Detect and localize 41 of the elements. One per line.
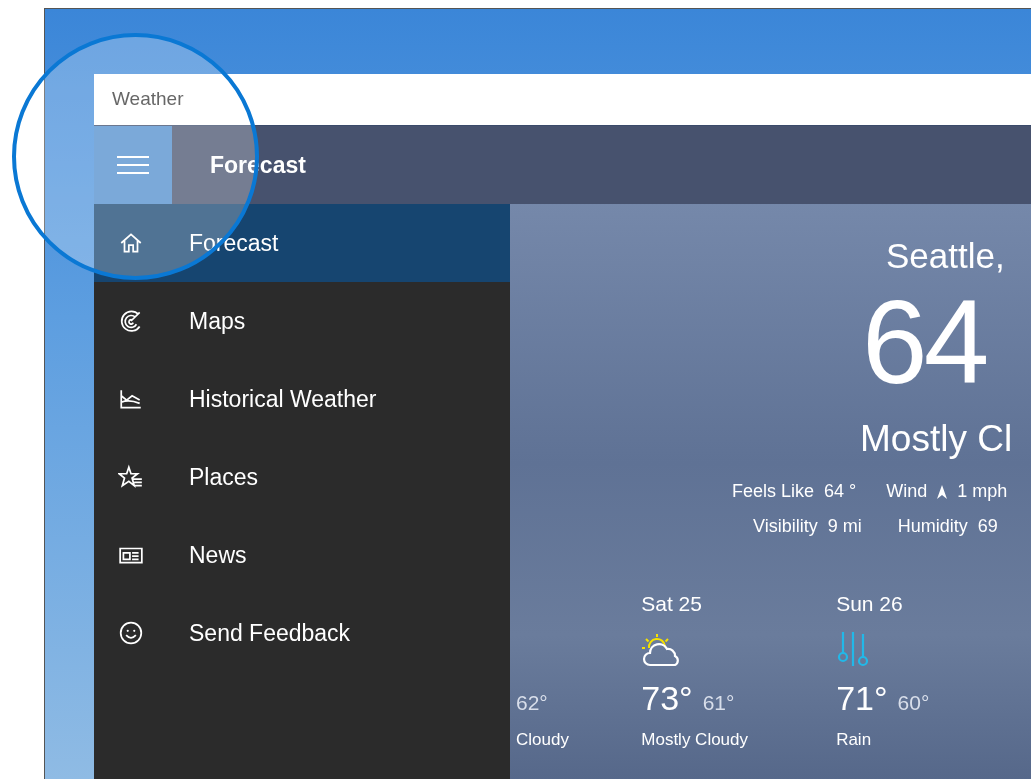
smiley-icon bbox=[118, 620, 144, 646]
detail-label: Feels Like bbox=[732, 480, 815, 503]
forecast-condition: Cloudy bbox=[516, 729, 570, 751]
menu-icon bbox=[116, 155, 150, 175]
detail-label: Humidity bbox=[897, 515, 968, 538]
menu-button[interactable] bbox=[94, 126, 172, 204]
sidebar-item[interactable]: Forecast bbox=[94, 204, 510, 282]
rain-icon bbox=[836, 630, 871, 668]
detail-label: Visibility bbox=[753, 515, 818, 538]
detail-label: Wind bbox=[886, 480, 928, 503]
sidebar-item-label: Maps bbox=[189, 306, 246, 336]
sidebar-item[interactable]: Historical Weather bbox=[94, 360, 510, 438]
forecast-low: 60° bbox=[897, 690, 930, 716]
sidebar-item-label: Forecast bbox=[189, 228, 279, 258]
sidebar-item[interactable]: Send Feedback bbox=[94, 594, 510, 672]
current-condition: Mostly Cl bbox=[860, 417, 1014, 461]
forecast-low: 61° bbox=[702, 690, 735, 716]
sidebar-item-label: Historical Weather bbox=[189, 384, 377, 414]
wind-direction-icon bbox=[937, 484, 948, 499]
sidebar-item[interactable]: News bbox=[94, 516, 510, 594]
detail-value: 9 mi bbox=[827, 515, 862, 538]
detail-value: 69 bbox=[977, 515, 998, 538]
forecast-low: 62° bbox=[516, 690, 548, 716]
page-title: Forecast bbox=[210, 150, 306, 180]
forecast-condition: Mostly Cloudy bbox=[641, 729, 750, 751]
star-list-icon bbox=[118, 464, 144, 490]
window-title: Weather bbox=[112, 87, 184, 112]
location-name: Seattle, bbox=[886, 235, 1006, 277]
forecast-day: Sun 26 bbox=[836, 590, 1031, 618]
detail-value: 1 mph bbox=[957, 480, 1008, 503]
sidebar-item[interactable]: Places bbox=[94, 438, 510, 516]
sidebar-item[interactable]: Maps bbox=[94, 282, 510, 360]
sidebar-item-label: Places bbox=[189, 462, 259, 492]
detail-value: 64 ° bbox=[824, 480, 857, 503]
current-temperature: 64 bbox=[862, 282, 987, 402]
forecast-day: Sat 25 bbox=[641, 590, 837, 618]
sidebar-item-label: Send Feedback bbox=[189, 618, 351, 648]
forecast-condition: Rain bbox=[836, 729, 873, 751]
forecast-high: 73° bbox=[641, 678, 693, 719]
sidebar-item-label: News bbox=[189, 540, 247, 570]
forecast-high: 71° bbox=[836, 678, 888, 719]
